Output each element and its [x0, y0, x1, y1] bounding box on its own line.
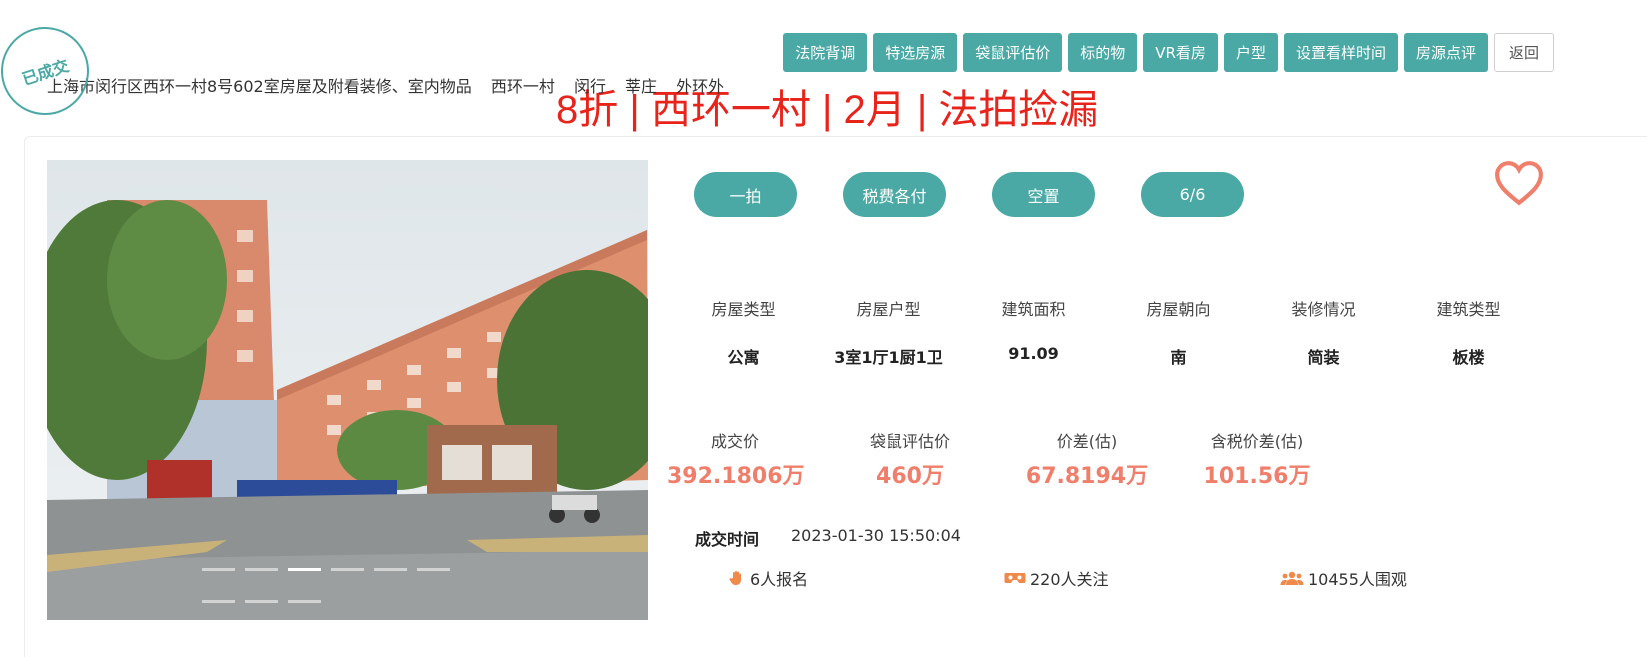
stat-followers-text: 220人关注 — [1030, 570, 1109, 589]
vr-headset-icon — [1004, 573, 1026, 583]
price-value: 101.56万 — [1203, 464, 1311, 489]
nav-floor-plan[interactable]: 户型 — [1223, 33, 1278, 72]
property-photo — [47, 160, 648, 620]
stat-signups-text: 6人报名 — [750, 570, 809, 589]
attr-value: 简装 — [1307, 348, 1340, 367]
address-community: 西环一村 — [490, 77, 555, 96]
nav-reviews[interactable]: 房源点评 — [1403, 33, 1488, 72]
price-valuation: 袋鼠评估价 460万 — [803, 428, 1017, 490]
carousel-dot[interactable] — [245, 600, 278, 603]
listing-tags: 一拍 税费各付 空置 6/6 — [694, 172, 1244, 217]
carousel-dot[interactable] — [245, 568, 278, 571]
attr-value: 板楼 — [1452, 348, 1485, 367]
carousel-indicators-secondary — [202, 600, 321, 603]
nav-valuation[interactable]: 袋鼠评估价 — [963, 33, 1063, 72]
carousel-dot[interactable] — [374, 568, 407, 571]
address-ring: 外环外 — [676, 77, 725, 96]
tag-tax-terms: 税费各付 — [843, 172, 946, 217]
attr-label: 房屋朝向 — [1146, 300, 1211, 319]
carousel-dot[interactable] — [288, 600, 321, 603]
stat-signups: 6人报名 — [728, 566, 808, 590]
attr-value: 91.09 — [1008, 344, 1059, 363]
tag-auction-round: 一拍 — [694, 172, 797, 217]
carousel-dot-active[interactable] — [288, 568, 321, 571]
back-button[interactable]: 返回 — [1493, 33, 1554, 72]
attr-value: 3室1厅1厨1卫 — [834, 348, 943, 367]
address-district: 闵行 — [573, 77, 606, 96]
carousel-dot[interactable] — [202, 600, 235, 603]
nav-schedule-viewing[interactable]: 设置看样时间 — [1283, 33, 1398, 72]
deal-time: 成交时间 2023-01-30 15:50:04 — [695, 526, 961, 550]
hand-icon — [729, 571, 741, 585]
attr-label: 装修情况 — [1291, 300, 1356, 319]
tag-vacancy: 空置 — [992, 172, 1095, 217]
attr-label: 房屋类型 — [711, 300, 776, 319]
stat-watchers: 10455人围观 — [1280, 566, 1407, 590]
attr-label: 建筑类型 — [1436, 300, 1501, 319]
attr-value: 南 — [1170, 348, 1187, 367]
attr-value: 公寓 — [727, 348, 760, 367]
price-label: 含税价差(估) — [1210, 432, 1304, 451]
address-town: 莘庄 — [625, 77, 658, 96]
stat-watchers-text: 10455人围观 — [1308, 570, 1407, 589]
deal-time-value: 2023-01-30 15:50:04 — [791, 526, 961, 545]
sold-stamp: 已成交 — [0, 15, 101, 127]
property-address: 上海市闵行区西环一村8号602室房屋及附看装修、室内物品 西环一村 闵行 莘庄 … — [47, 73, 738, 97]
property-photo-carousel[interactable] — [47, 160, 648, 620]
deal-time-label: 成交时间 — [695, 530, 760, 549]
sold-stamp-text: 已成交 — [19, 55, 72, 89]
price-difference: 价差(估) 67.8194万 — [1017, 428, 1157, 490]
price-value: 67.8194万 — [1025, 464, 1149, 489]
price-label: 价差(估) — [1056, 432, 1118, 451]
carousel-indicators — [202, 568, 450, 571]
price-summary: 成交价 392.1806万 袋鼠评估价 460万 价差(估) 67.8194万 含税价… — [667, 428, 1357, 490]
carousel-dot[interactable] — [202, 568, 235, 571]
property-attributes: 房屋类型公寓 房屋户型 3室1厅1厨1卫 建筑面积 91.09 房屋朝向南 装修情况… — [671, 296, 1541, 368]
price-label: 成交价 — [710, 432, 759, 451]
carousel-dot[interactable] — [417, 568, 450, 571]
stat-followers: 220人关注 — [1004, 566, 1109, 590]
attr-label: 建筑面积 — [1001, 300, 1066, 319]
price-deal: 成交价 392.1806万 — [667, 428, 805, 490]
users-group-icon — [1280, 571, 1304, 585]
address-full: 上海市闵行区西环一村8号602室房屋及附看装修、室内物品 — [47, 77, 472, 96]
nav-vr-tour[interactable]: VR看房 — [1143, 33, 1218, 72]
top-nav: 法院背调 特选房源 袋鼠评估价 标的物 VR看房 户型 设置看样时间 房源点评 … — [783, 33, 1554, 72]
price-label: 袋鼠评估价 — [869, 432, 950, 451]
attr-label: 房屋户型 — [856, 300, 921, 319]
nav-target-items[interactable]: 标的物 — [1068, 33, 1138, 72]
price-value: 392.1806万 — [667, 464, 805, 489]
price-difference-taxed: 含税价差(估) 101.56万 — [1157, 428, 1357, 490]
nav-featured[interactable]: 特选房源 — [873, 33, 958, 72]
carousel-dot[interactable] — [331, 568, 364, 571]
nav-court-check[interactable]: 法院背调 — [783, 33, 868, 72]
favorite-heart-icon[interactable] — [1494, 160, 1544, 206]
price-value: 460万 — [876, 464, 944, 489]
tag-photo-count: 6/6 — [1141, 172, 1244, 217]
